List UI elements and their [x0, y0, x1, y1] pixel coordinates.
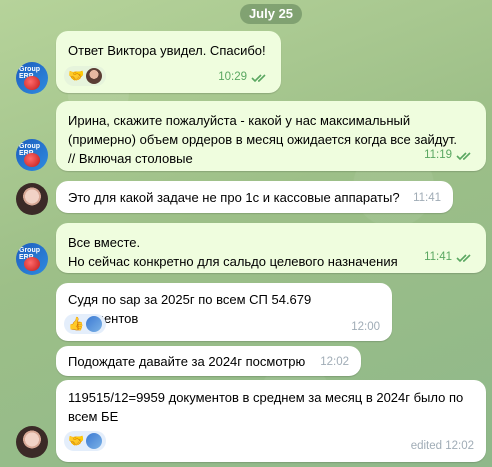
message-bubble[interactable]: 119515/12=9959 документов в среднем за м…: [56, 380, 486, 462]
message-meta: 12:00: [351, 318, 380, 337]
message-bubble[interactable]: Все вместе. Но сейчас конкретно для саль…: [56, 223, 486, 273]
message-time: 11:41: [424, 251, 452, 263]
message-bubble[interactable]: Ответ Виктора увидел. Спасибо! 🤝 10:29: [56, 31, 281, 93]
message-text: Все вместе. Но сейчас конкретно для саль…: [68, 235, 398, 269]
sender-avatar-logo[interactable]: Group ERP: [16, 139, 48, 171]
message-text: Судя по sap за 2025г по всем СП 54.679 д…: [68, 292, 312, 326]
thumbs-up-icon: 👍: [68, 316, 85, 331]
double-check-icon: [251, 73, 266, 82]
message-time: 11:41: [413, 192, 441, 204]
reactor-avatar: [86, 316, 102, 332]
reaction-chip[interactable]: 🤝: [64, 431, 106, 451]
handshake-icon: 🤝: [68, 433, 85, 448]
double-check-icon: [456, 253, 471, 262]
message-text: Это для какой задаче не про 1с и кассовы…: [68, 190, 400, 205]
logo-mark: [24, 257, 40, 271]
message-bubble[interactable]: Ирина, скажите пожалуйста - какой у нас …: [56, 101, 486, 171]
message-text: Подождате давайте за 2024г посмотрю: [68, 354, 306, 369]
logo-mark: [24, 76, 40, 90]
message-meta: 11:41: [424, 248, 474, 267]
reactor-avatar: [86, 68, 102, 84]
message-text: Ирина, скажите пожалуйста - какой у нас …: [68, 113, 458, 166]
reactions-row: 🤝: [64, 431, 106, 451]
date-chip: July 25: [240, 4, 302, 24]
sender-avatar-logo[interactable]: Group ERP: [16, 62, 48, 94]
message-meta: 10:29: [218, 68, 269, 87]
message-bubble[interactable]: Судя по sap за 2025г по всем СП 54.679 д…: [56, 283, 392, 341]
reactor-avatar: [86, 433, 102, 449]
message-meta: 11:41: [413, 189, 441, 208]
sender-avatar-photo[interactable]: [16, 426, 48, 458]
reaction-chip[interactable]: 👍: [64, 314, 106, 334]
message-meta: edited 12:02: [411, 437, 474, 456]
sender-avatar-logo[interactable]: Group ERP: [16, 243, 48, 275]
message-text: Ответ Виктора увидел. Спасибо!: [68, 43, 266, 58]
sender-avatar-photo[interactable]: [16, 183, 48, 215]
double-check-icon: [456, 151, 471, 160]
message-meta: 12:02: [320, 353, 349, 372]
message-time: edited 12:02: [410, 440, 474, 452]
message-bubble[interactable]: Это для какой задаче не про 1с и кассовы…: [56, 181, 453, 213]
logo-mark: [24, 153, 40, 167]
message-time: 11:19: [424, 149, 452, 161]
handshake-icon: 🤝: [68, 68, 85, 83]
message-time: 12:02: [320, 356, 349, 368]
message-time: 12:00: [351, 321, 380, 333]
message-time: 10:29: [218, 71, 247, 83]
reaction-chip[interactable]: 🤝: [64, 66, 106, 86]
message-text: 119515/12=9959 документов в среднем за м…: [68, 390, 464, 424]
reactions-row: 👍: [64, 314, 106, 334]
message-bubble[interactable]: Подождате давайте за 2024г посмотрю 12:0…: [56, 346, 361, 376]
message-meta: 11:19: [424, 146, 474, 165]
reactions-row: 🤝: [64, 66, 106, 86]
